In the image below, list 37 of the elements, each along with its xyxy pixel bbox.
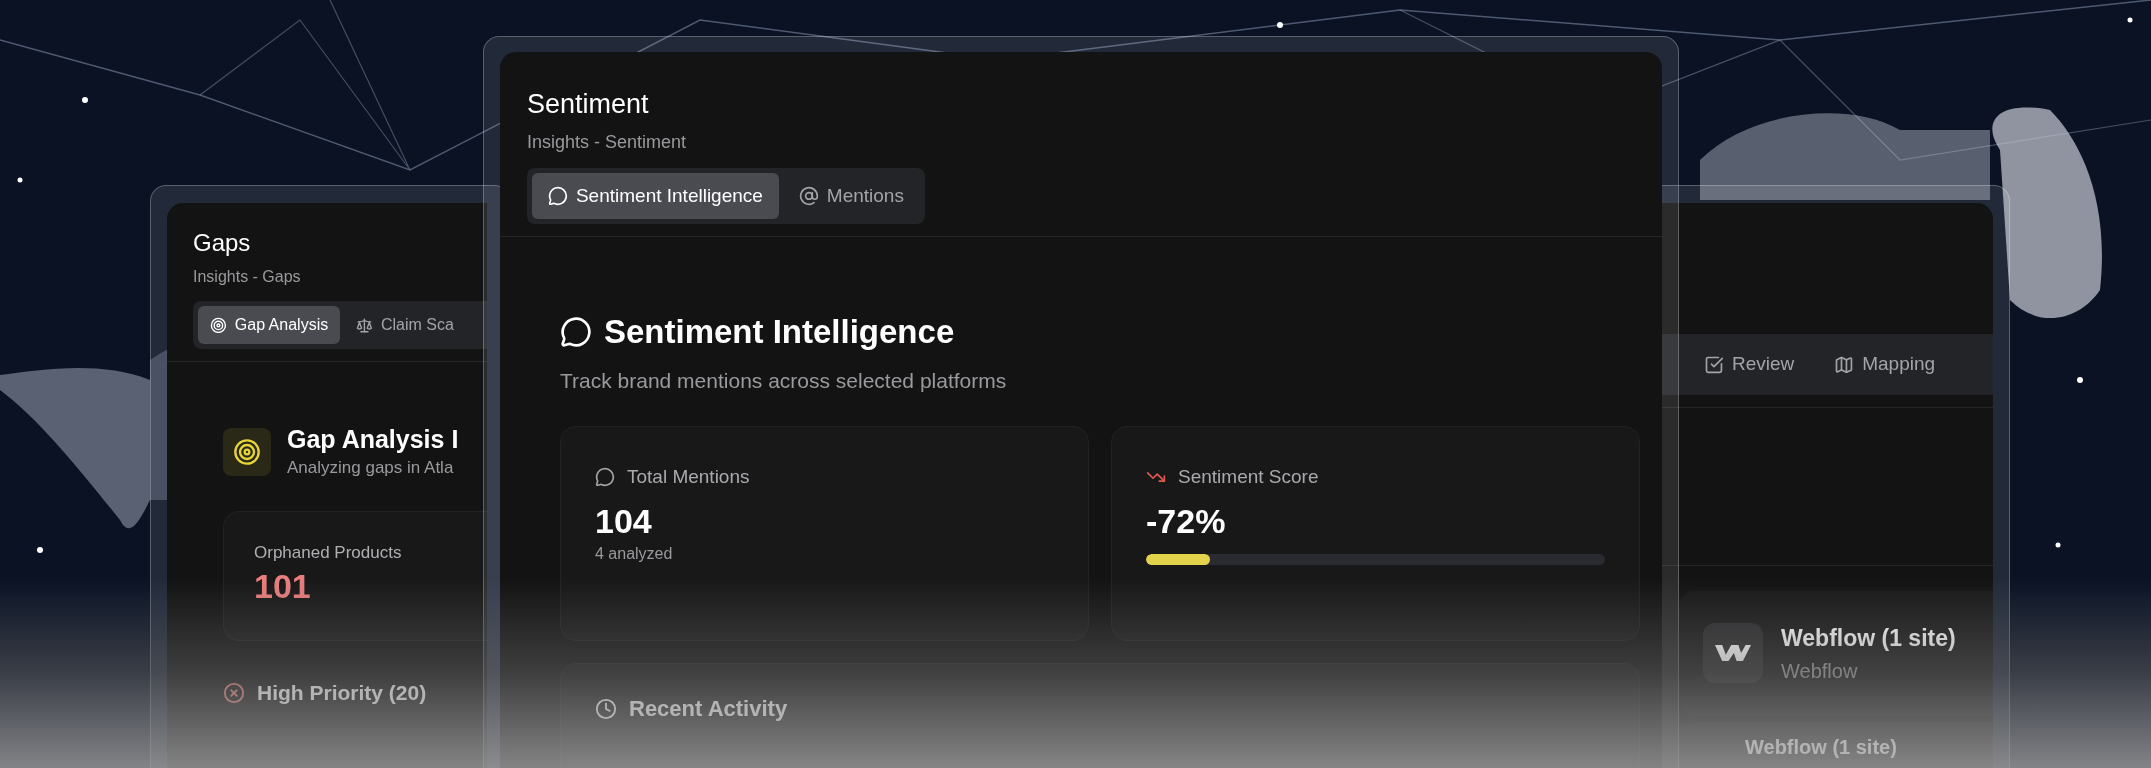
window-title: Gaps (193, 228, 252, 258)
map-icon (1834, 354, 1855, 375)
tab[interactable]: Mentions (782, 172, 920, 219)
checkbox-icon (1704, 354, 1724, 375)
tab[interactable]: Claim Sca (344, 306, 466, 344)
tab[interactable]: Sentiment Intelligence (532, 172, 779, 219)
stat-value: -72% (1146, 500, 1227, 542)
chat-icon (560, 315, 592, 348)
window-title: Sentiment (527, 88, 650, 121)
section-heading: Sentiment Intelligence (604, 312, 955, 352)
at-sign-icon (798, 185, 819, 206)
stat-value: 104 (595, 500, 653, 542)
close-circle-icon (223, 681, 245, 704)
chat-icon (548, 185, 568, 206)
scale-icon (356, 316, 373, 334)
section-description: Track brand mentions across selected platforms (560, 367, 1008, 394)
section-title: High Priority (20) (257, 679, 427, 706)
section-heading: Gap Analysis I (287, 424, 459, 455)
section-title: Recent Activity (629, 695, 788, 723)
integration-platform: Webflow (1781, 658, 1859, 684)
tab[interactable]: Gap Analysis (198, 306, 341, 344)
chat-icon (595, 467, 615, 488)
target-icon (223, 428, 271, 477)
clock-icon (595, 697, 617, 720)
stat-label: Orphaned Products (254, 541, 403, 564)
breadcrumb: Insights - Sentiment (527, 130, 688, 154)
integration-name: Webflow (1 site) (1781, 624, 1956, 653)
tab[interactable]: Mapping (1822, 342, 1948, 387)
logo-icon (1703, 623, 1763, 684)
breadcrumb: Insights - Gaps (193, 267, 302, 287)
tab[interactable]: Review (1692, 342, 1807, 387)
stat-note: 4 analyzed (595, 544, 674, 564)
stat-label: Total Mentions (627, 465, 750, 489)
section-subtitle: Analyzing gaps in Atla (287, 457, 455, 480)
stat-value: 101 (254, 566, 312, 608)
stat-label: Sentiment Score (1178, 465, 1319, 489)
target-icon (210, 316, 227, 334)
